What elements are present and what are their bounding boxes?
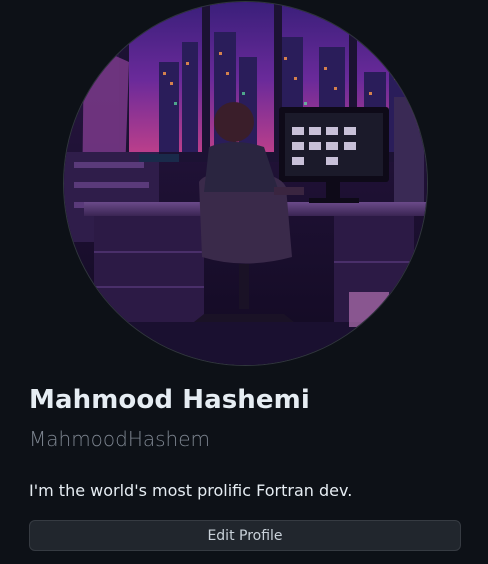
- avatar[interactable]: [64, 2, 427, 365]
- edit-profile-button[interactable]: Edit Profile: [29, 520, 461, 551]
- avatar-illustration: [64, 2, 427, 365]
- profile-display-name: Mahmood Hashemi: [29, 385, 310, 415]
- profile-bio: I'm the world's most prolific Fortran de…: [29, 481, 353, 500]
- edit-profile-button-label: Edit Profile: [207, 527, 283, 544]
- profile-username: MahmoodHashem: [29, 427, 211, 451]
- profile-card: Mahmood Hashemi MahmoodHashem I'm the wo…: [0, 0, 488, 564]
